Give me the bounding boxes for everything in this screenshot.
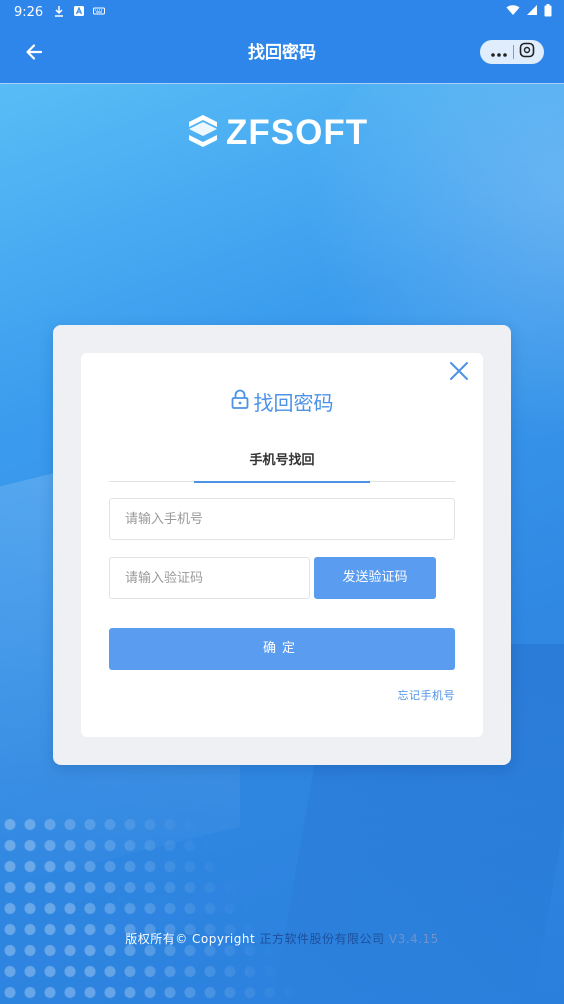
- wifi-icon: [506, 4, 520, 20]
- footer-version: V3.4.15: [388, 932, 439, 946]
- footer: 版权所有© Copyright 正方软件股份有限公司 V3.4.15: [0, 930, 564, 947]
- a-icon: [73, 5, 85, 20]
- dialog-close-button[interactable]: [447, 359, 471, 383]
- status-time: 9:26: [14, 4, 44, 20]
- keyboard-icon: [93, 5, 106, 20]
- exit-icon: [519, 42, 535, 62]
- download-icon: [53, 5, 65, 20]
- dialog-title: 找回密码: [81, 387, 483, 416]
- forgot-phone-link[interactable]: 忘记手机号: [398, 687, 456, 703]
- logo-text: ZFSOFT: [226, 113, 369, 152]
- nav-bar: 找回密码: [0, 24, 564, 84]
- lock-icon: [231, 389, 249, 414]
- signal-icon: [526, 4, 538, 20]
- background-dot-pattern: [0, 814, 300, 1004]
- verification-code-input[interactable]: [109, 557, 310, 599]
- phone-input[interactable]: [109, 498, 455, 540]
- footer-company: 正方软件股份有限公司: [259, 932, 385, 946]
- footer-copyright: 版权所有© Copyright: [125, 932, 256, 946]
- zfsoft-logo-icon: [186, 113, 220, 153]
- tab-phone-recovery[interactable]: 手机号找回: [194, 449, 370, 483]
- mini-program-capsule: [480, 40, 544, 64]
- confirm-button[interactable]: 确定: [109, 628, 455, 670]
- close-icon: [447, 362, 471, 387]
- status-bar: 9:26: [0, 0, 564, 24]
- zfsoft-logo: ZFSOFT: [186, 113, 368, 153]
- more-dots-icon: [490, 43, 508, 62]
- dialog-title-text: 找回密码: [253, 391, 334, 415]
- capsule-divider: [512, 45, 514, 59]
- send-code-button[interactable]: 发送验证码: [314, 557, 436, 599]
- find-password-dialog: 找回密码 手机号找回 发送验证码 确定 忘记手机号: [81, 353, 483, 737]
- tab-bar: 手机号找回: [109, 449, 455, 483]
- exit-button[interactable]: [516, 42, 538, 62]
- battery-icon: [544, 3, 552, 21]
- more-button[interactable]: [488, 42, 510, 62]
- dialog-frame: 找回密码 手机号找回 发送验证码 确定 忘记手机号: [53, 325, 511, 765]
